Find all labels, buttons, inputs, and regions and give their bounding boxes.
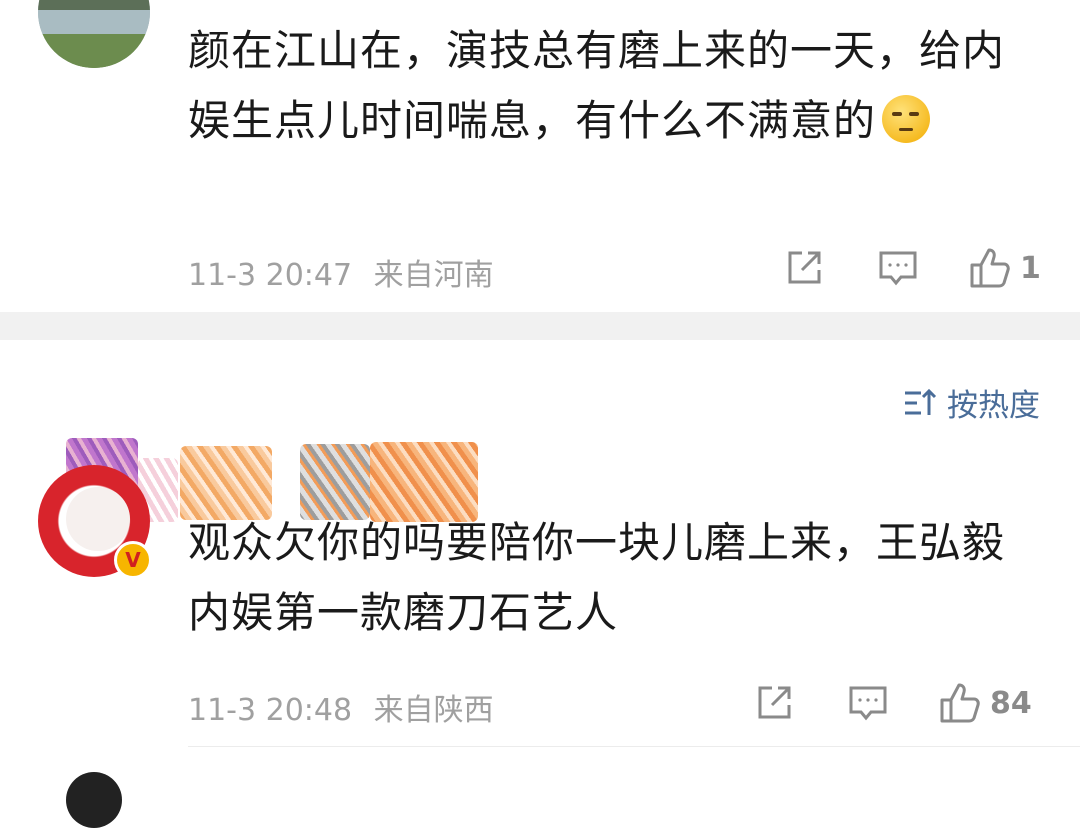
- like-button[interactable]: 1: [968, 246, 1041, 290]
- comment-card: 颜在江山在，演技总有磨上来的一天，给内娱生点儿时间喘息，有什么不满意的 11-3…: [0, 0, 1080, 312]
- sort-by-hot-button[interactable]: 按热度: [903, 380, 1040, 425]
- avatar[interactable]: [66, 772, 122, 828]
- avatar-center: [66, 487, 130, 551]
- thumbs-up-icon: [970, 248, 1010, 288]
- share-icon: [758, 686, 791, 719]
- comment-date: 11-3 20:47: [188, 258, 353, 293]
- comment-date: 11-3 20:48: [188, 693, 353, 728]
- comment-location: 来自陕西: [373, 693, 494, 728]
- like-button[interactable]: 84: [938, 681, 1032, 725]
- comment-text: 颜在江山在，演技总有磨上来的一天，给内娱生点儿时间喘息，有什么不满意的: [188, 16, 1038, 156]
- reply-button[interactable]: [878, 246, 918, 290]
- comment-card: 按热度 V 观众欠你的吗要陪你一块儿磨上来，王弘毅内娱第一款磨刀石艺人 11-3…: [0, 340, 1080, 828]
- comment-location: 来自河南: [373, 258, 494, 293]
- avatar-trees: [38, 0, 150, 10]
- avatar-grass: [38, 34, 150, 68]
- thinking-face-emoji: [882, 95, 931, 143]
- comment-icon: [849, 686, 887, 721]
- avatar-water: [38, 10, 150, 34]
- sort-icon: [905, 388, 937, 415]
- section-separator: [0, 312, 1080, 340]
- like-count: 1: [1020, 250, 1041, 286]
- avatar[interactable]: [38, 0, 150, 68]
- share-button[interactable]: [754, 681, 794, 725]
- thumbs-up-icon: [940, 683, 980, 723]
- like-count: 84: [990, 685, 1032, 721]
- share-icon: [788, 251, 821, 284]
- divider: [188, 746, 1080, 747]
- verified-badge: V: [114, 541, 152, 579]
- sort-label: 按热度: [947, 388, 1040, 424]
- comment-text: 观众欠你的吗要陪你一块儿磨上来，王弘毅内娱第一款磨刀石艺人: [188, 518, 1006, 637]
- comment-icon: [879, 251, 917, 286]
- reply-button[interactable]: [848, 681, 888, 725]
- share-button[interactable]: [784, 246, 824, 290]
- comment-meta: 11-3 20:48 来自陕西: [188, 685, 494, 729]
- comment-meta: 11-3 20:47 来自河南: [188, 250, 494, 294]
